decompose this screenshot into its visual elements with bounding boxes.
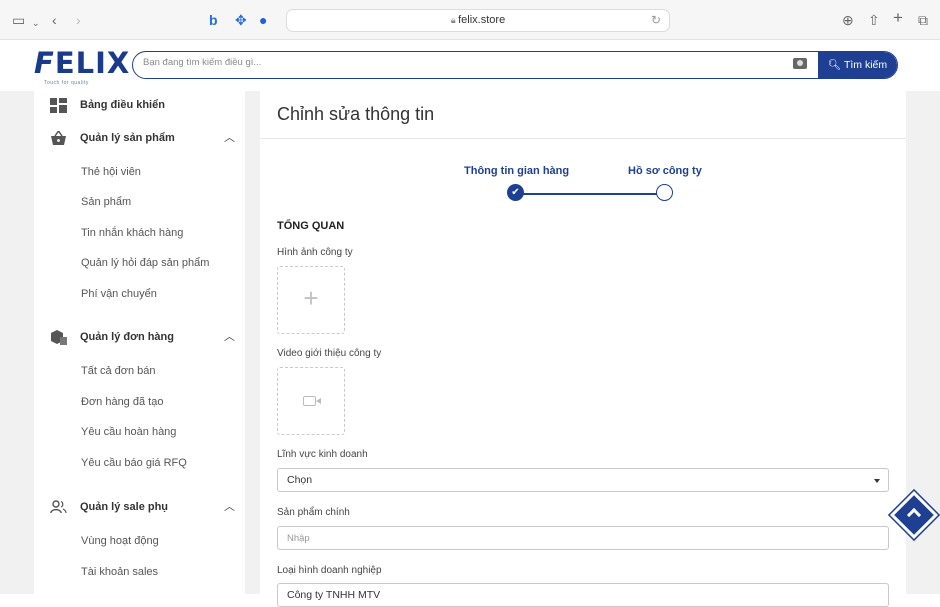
search-bar: 🔍︎ Tìm kiếm bbox=[132, 51, 898, 79]
browser-toolbar: ▭ ⌄ ‹ › b ✥ ● 🔒︎ felix.store ↻ ⊕ ⇧ + ⧉ bbox=[0, 0, 940, 40]
sidebar-toggle-icon[interactable]: ▭ bbox=[12, 10, 25, 30]
url-text: felix.store bbox=[458, 14, 506, 26]
caret-down-icon bbox=[874, 479, 880, 483]
logo-tagline: Touch for quality bbox=[44, 80, 89, 86]
business-field-select[interactable]: Chọn bbox=[277, 468, 889, 492]
sidebar-item-operating-area[interactable]: Vùng hoạt động bbox=[81, 535, 159, 547]
tabs-overview-icon[interactable]: ⧉ bbox=[918, 10, 928, 30]
sidebar-item-member-card[interactable]: Thẻ hội viên bbox=[81, 166, 141, 178]
step-store-info-label[interactable]: Thông tin gian hàng bbox=[464, 165, 569, 177]
step-company-profile-label[interactable]: Hồ sơ công ty bbox=[628, 165, 702, 177]
main-product-label: Sản phẩm chính bbox=[277, 507, 350, 518]
logo-word: FELIX bbox=[34, 46, 131, 80]
sidebar-section-label: Quản lý đơn hàng bbox=[80, 331, 174, 343]
sidebar-item-product-qa[interactable]: Quản lý hỏi đáp sản phẩm bbox=[81, 257, 209, 269]
sidebar-section-label: Quản lý sản phẩm bbox=[80, 132, 175, 144]
new-tab-icon[interactable]: + bbox=[893, 8, 903, 28]
sidebar-item-products[interactable]: Sản phẩm bbox=[81, 196, 131, 208]
chevron-up-icon bbox=[906, 507, 922, 523]
orders-box-icon bbox=[51, 330, 67, 345]
bing-extension-icon[interactable]: b bbox=[209, 10, 218, 30]
basket-icon bbox=[51, 131, 66, 145]
edit-info-panel: Chỉnh sửa thông tin Thông tin gian hàng … bbox=[260, 91, 906, 607]
sidebar-section-orders[interactable]: Quản lý đơn hàng ︿ bbox=[34, 323, 245, 353]
search-button[interactable]: 🔍︎ Tìm kiếm bbox=[818, 52, 897, 78]
page-background-left bbox=[0, 91, 34, 594]
site-header: FELIX Touch for quality 🔍︎ Tìm kiếm bbox=[0, 41, 940, 91]
sidebar-section-products[interactable]: Quản lý sản phẩm ︿ bbox=[34, 124, 245, 154]
main-product-input[interactable] bbox=[277, 526, 889, 550]
sidebar-item-created-orders[interactable]: Đơn hàng đã tạo bbox=[81, 396, 163, 408]
business-type-label: Loại hình doanh nghiệp bbox=[277, 565, 382, 576]
step-completed-check-icon[interactable]: ✔ bbox=[507, 184, 524, 201]
chevron-up-icon[interactable]: ︿ bbox=[224, 328, 235, 344]
step-pending-circle[interactable] bbox=[656, 184, 673, 201]
page-gutter bbox=[245, 91, 260, 594]
video-camera-icon bbox=[303, 396, 316, 406]
lock-icon: 🔒︎ bbox=[450, 15, 459, 25]
video-camera-lens bbox=[316, 398, 321, 404]
company-video-label: Video giới thiệu công ty bbox=[277, 348, 382, 359]
page-title: Chỉnh sửa thông tin bbox=[277, 104, 435, 124]
search-input[interactable] bbox=[143, 57, 743, 68]
sidebar-item-return-requests[interactable]: Yêu cầu hoàn hàng bbox=[81, 426, 176, 438]
plus-icon: + bbox=[303, 283, 319, 313]
business-type-select[interactable]: Công ty TNHH MTV bbox=[277, 583, 889, 607]
sidebar-item-sales-accounts[interactable]: Tài khoản sales bbox=[81, 566, 158, 578]
forward-icon[interactable]: › bbox=[76, 10, 81, 30]
business-type-value: Công ty TNHH MTV bbox=[287, 589, 381, 601]
business-field-label: Lĩnh vực kinh doanh bbox=[277, 449, 368, 460]
section-heading-overview: TỔNG QUAN bbox=[277, 220, 345, 232]
dashboard-icon bbox=[50, 98, 67, 113]
chevron-up-icon[interactable]: ︿ bbox=[224, 498, 235, 514]
sidebar-item-dashboard[interactable]: Bảng điều khiển bbox=[34, 91, 245, 121]
business-field-value: Chọn bbox=[287, 474, 313, 486]
address-bar[interactable]: 🔒︎ felix.store ↻ bbox=[286, 9, 670, 32]
company-image-upload[interactable]: + bbox=[277, 266, 345, 334]
verified-extension-icon[interactable]: ● bbox=[259, 10, 267, 30]
sidebar-item-rfq-requests[interactable]: Yêu cầu báo giá RFQ bbox=[81, 457, 187, 469]
camera-icon[interactable] bbox=[793, 58, 807, 69]
search-icon: 🔍︎ bbox=[827, 59, 842, 71]
chevron-up-icon[interactable]: ︿ bbox=[224, 129, 235, 145]
extension-icon[interactable]: ✥ bbox=[235, 10, 247, 30]
share-icon[interactable]: ⇧ bbox=[868, 10, 880, 30]
stepper-line bbox=[517, 193, 661, 195]
felix-logo[interactable]: FELIX Touch for quality bbox=[34, 46, 129, 88]
sidebar-item-customer-messages[interactable]: Tin nhắn khách hàng bbox=[81, 227, 183, 239]
company-video-upload[interactable] bbox=[277, 367, 345, 435]
chevron-down-icon[interactable]: ⌄ bbox=[32, 13, 40, 33]
title-divider bbox=[260, 138, 906, 139]
users-icon bbox=[50, 500, 67, 514]
reload-icon[interactable]: ↻ bbox=[651, 10, 661, 31]
sidebar-item-shipping-fee[interactable]: Phí vận chuyển bbox=[81, 288, 157, 300]
seller-sidebar: Bảng điều khiển Quản lý sản phẩm ︿ Thẻ h… bbox=[34, 91, 245, 594]
sidebar-section-sales[interactable]: Quản lý sale phụ ︿ bbox=[34, 493, 245, 523]
sidebar-item-label: Bảng điều khiển bbox=[80, 99, 165, 111]
back-icon[interactable]: ‹ bbox=[52, 10, 57, 30]
company-image-label: Hình ảnh công ty bbox=[277, 247, 353, 258]
sidebar-item-all-orders[interactable]: Tất cả đơn bán bbox=[81, 365, 155, 377]
download-icon[interactable]: ⊕ bbox=[842, 10, 854, 30]
sidebar-section-label: Quản lý sale phụ bbox=[80, 501, 169, 513]
